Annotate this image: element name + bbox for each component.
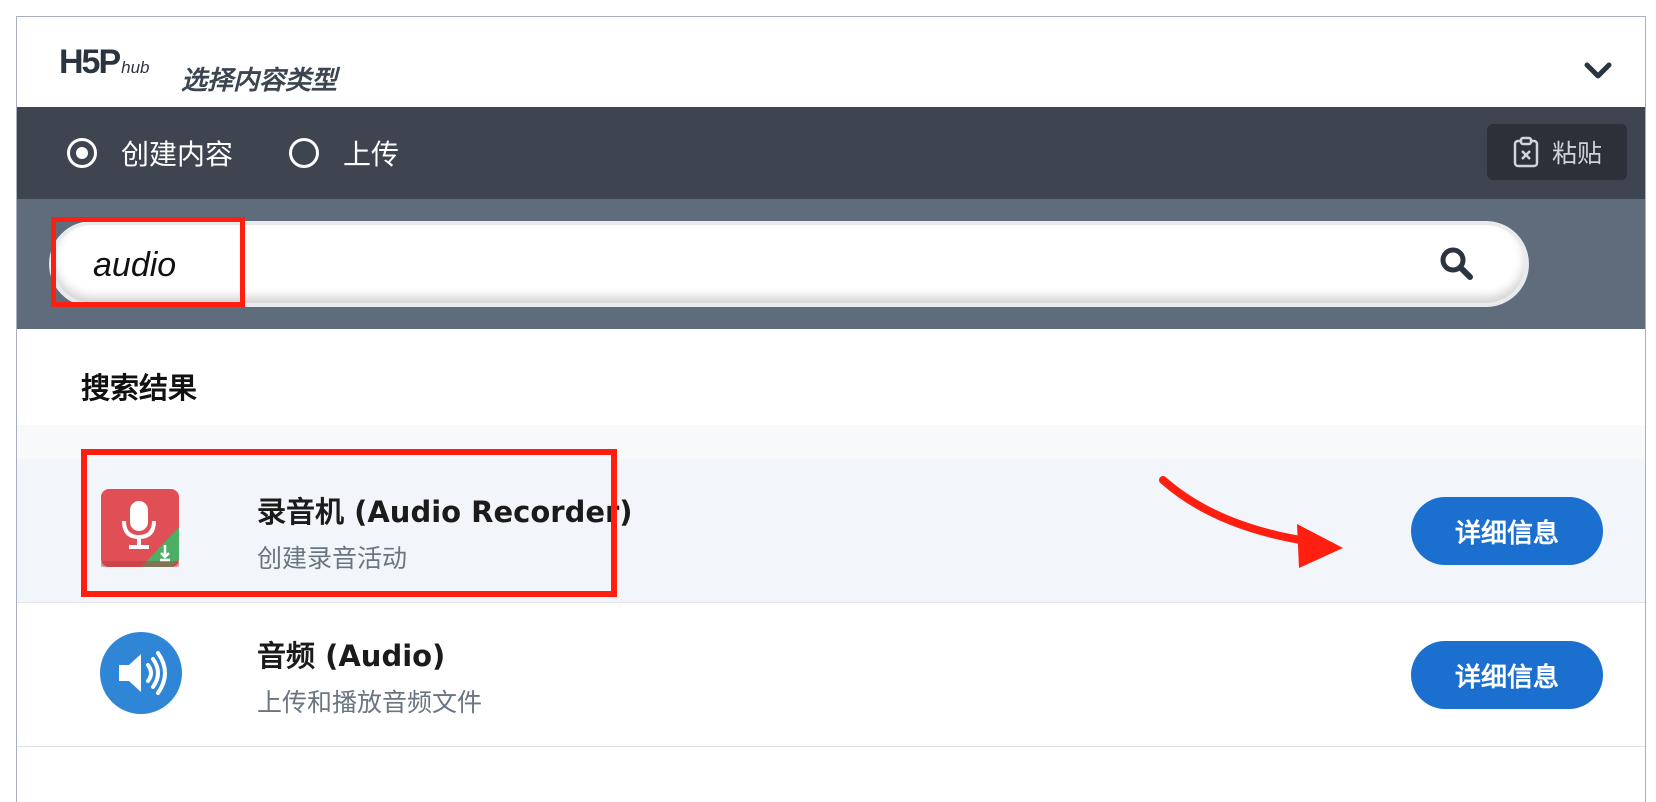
search-band [17, 199, 1645, 329]
tab-bar: 创建内容 上传 粘贴 [17, 107, 1645, 199]
results-heading: 搜索结果 [81, 371, 198, 405]
details-button[interactable]: 详细信息 [1411, 641, 1603, 709]
content-type-description: 创建录音活动 [257, 544, 408, 573]
microphone-icon [99, 487, 183, 571]
speaker-icon [99, 631, 183, 715]
hub-header: H5P hub 选择内容类型 [17, 17, 1645, 107]
search-icon[interactable] [1439, 246, 1475, 286]
content-type-title: 音频 (Audio) [257, 639, 446, 673]
radio-selected-icon [67, 138, 97, 168]
tab-upload-label: 上传 [343, 138, 400, 171]
content-type-description: 上传和播放音频文件 [257, 688, 483, 717]
h5p-hub-logo: H5P hub [59, 43, 150, 82]
results-header: 搜索结果 [17, 329, 1645, 425]
logo-main-text: H5P [59, 43, 121, 81]
h5p-hub-panel: H5P hub 选择内容类型 创建内容 上传 粘贴 audio 搜索结果 录音机… [16, 16, 1646, 802]
details-button[interactable]: 详细信息 [1411, 497, 1603, 565]
search-box [49, 221, 1529, 307]
list-item[interactable]: 录音机 (Audio Recorder) 创建录音活动 详细信息 [17, 459, 1645, 603]
paste-label: 粘贴 [1551, 139, 1602, 168]
list-item[interactable]: 音频 (Audio) 上传和播放音频文件 详细信息 [17, 603, 1645, 747]
radio-unselected-icon [289, 138, 319, 168]
clipboard-icon [1513, 136, 1539, 168]
logo-sub-text: hub [121, 58, 150, 77]
collapse-chevron-icon[interactable] [1581, 55, 1615, 85]
search-input[interactable] [93, 243, 1393, 287]
tab-create-content[interactable]: 创建内容 [67, 133, 233, 173]
results-divider [17, 425, 1645, 459]
hub-title: 选择内容类型 [181, 66, 338, 96]
tab-create-label: 创建内容 [121, 138, 234, 171]
tab-upload[interactable]: 上传 [289, 133, 399, 173]
paste-button[interactable]: 粘贴 [1487, 124, 1627, 180]
content-type-title: 录音机 (Audio Recorder) [257, 495, 633, 529]
